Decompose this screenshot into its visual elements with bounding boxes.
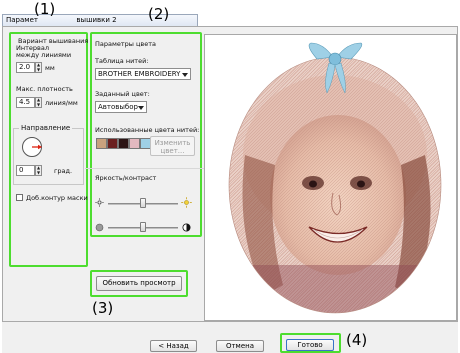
preset-color-dropdown[interactable]: Автовыбор bbox=[95, 101, 147, 113]
refresh-preview-button[interactable]: Обновить просмотр bbox=[96, 276, 182, 291]
change-color-button[interactable]: Изменить цвет... bbox=[150, 136, 195, 156]
callout-2: (2) bbox=[148, 5, 170, 23]
thread-table-label: Таблица нитей: bbox=[95, 57, 149, 65]
used-colors-label: Использованные цвета нитей: bbox=[95, 126, 200, 134]
interval-input[interactable]: 2.0 bbox=[16, 62, 35, 73]
thread-table-dropdown[interactable]: BROTHER EMBROIDERY bbox=[95, 68, 191, 80]
interval-label-2: между линиями bbox=[16, 51, 72, 59]
contrast-low-icon bbox=[95, 223, 104, 232]
cancel-button[interactable]: Отмена bbox=[216, 340, 264, 352]
brightness-slider-thumb[interactable] bbox=[140, 198, 146, 208]
extra-contour-checkbox[interactable] bbox=[16, 194, 23, 201]
direction-title: Направление bbox=[19, 124, 73, 132]
density-unit: линия/мм bbox=[45, 99, 78, 107]
chevron-down-icon bbox=[138, 106, 144, 110]
interval-spinner[interactable]: ▲ ▼ bbox=[35, 62, 42, 73]
color-swatch[interactable] bbox=[129, 138, 140, 149]
brightness-high-icon bbox=[181, 197, 192, 208]
callout-4: (4) bbox=[346, 331, 368, 349]
change-color-line-2: цвет... bbox=[160, 147, 185, 155]
preset-color-value: Автовыбор bbox=[98, 103, 138, 111]
preset-color-label: Заданный цвет: bbox=[95, 90, 150, 98]
color-swatch[interactable] bbox=[107, 138, 118, 149]
embroidery-preview bbox=[204, 34, 457, 321]
color-swatch[interactable] bbox=[96, 138, 107, 149]
change-color-line-1: Изменить bbox=[154, 139, 191, 147]
density-input[interactable]: 4.5 bbox=[16, 97, 35, 108]
callout-1: (1) bbox=[34, 0, 56, 18]
brightness-low-icon bbox=[95, 198, 104, 207]
tab-title-suffix: вышивки 2 bbox=[76, 16, 117, 24]
density-spinner[interactable]: ▲ ▼ bbox=[35, 97, 42, 108]
callout-3: (3) bbox=[92, 299, 114, 317]
interval-unit: мм bbox=[45, 64, 55, 72]
density-label: Макс. плотность bbox=[16, 85, 73, 93]
divider bbox=[85, 168, 205, 169]
back-button[interactable]: < Назад bbox=[150, 340, 197, 352]
chevron-down-icon bbox=[182, 73, 188, 77]
brightness-contrast-label: Яркость/контраст bbox=[95, 174, 157, 182]
contrast-slider[interactable] bbox=[108, 222, 178, 234]
angle-spinner[interactable]: ▲ ▼ bbox=[35, 165, 42, 176]
contrast-high-icon bbox=[182, 223, 191, 232]
contrast-slider-thumb[interactable] bbox=[140, 222, 146, 232]
angle-input[interactable]: 0 bbox=[16, 165, 35, 176]
thread-table-value: BROTHER EMBROIDERY bbox=[98, 70, 181, 78]
spin-down-icon[interactable]: ▼ bbox=[36, 67, 41, 73]
done-button[interactable]: Готово bbox=[286, 339, 334, 351]
color-params-title: Параметры цвета bbox=[95, 40, 157, 48]
color-swatch[interactable] bbox=[118, 138, 129, 149]
spin-down-icon[interactable]: ▼ bbox=[36, 170, 41, 176]
embroidery-preview-image bbox=[228, 42, 442, 314]
extra-contour-label: Доб.контур маски bbox=[26, 194, 88, 202]
brightness-slider[interactable] bbox=[108, 198, 178, 210]
angle-unit: град. bbox=[54, 167, 73, 175]
spin-down-icon[interactable]: ▼ bbox=[36, 102, 41, 108]
direction-dial-icon[interactable] bbox=[21, 136, 43, 158]
